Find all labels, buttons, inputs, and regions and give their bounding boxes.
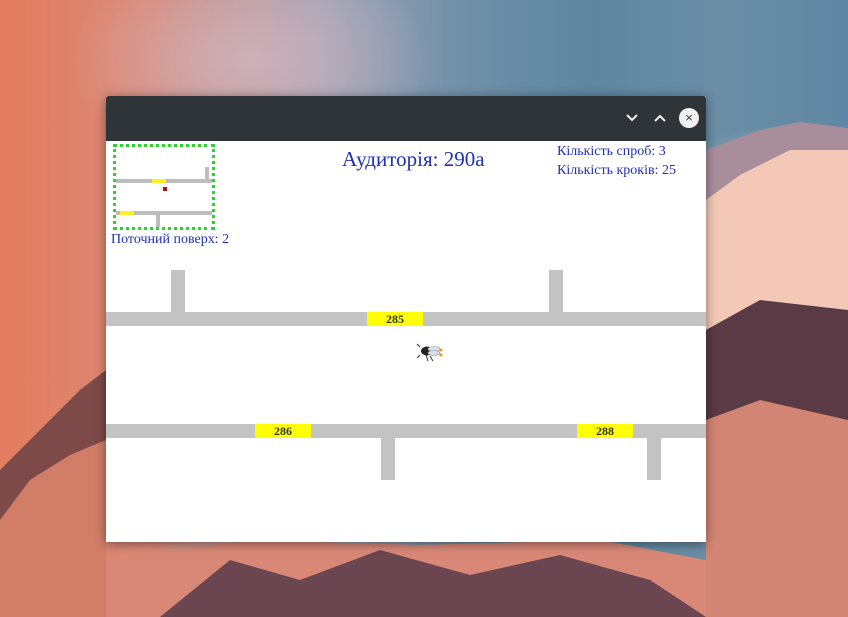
attempts-counter: Кількість спроб: 3	[557, 144, 666, 159]
wall-segment	[381, 436, 395, 480]
wall-segment	[549, 270, 563, 314]
close-icon: ×	[684, 111, 694, 124]
chevron-down-icon	[626, 114, 638, 122]
minimize-button[interactable]	[622, 108, 642, 128]
minimap	[113, 144, 215, 230]
game-window: × Поточний поверх: 2 Аудиторія: 290а Кіл…	[106, 96, 706, 542]
window-titlebar[interactable]: ×	[106, 96, 706, 141]
steps-counter: Кількість кроків: 25	[557, 163, 676, 178]
game-canvas: Поточний поверх: 2 Аудиторія: 290а Кільк…	[106, 141, 706, 542]
chevron-up-icon	[654, 114, 666, 122]
minimap-wall	[205, 167, 209, 181]
maximize-button[interactable]	[650, 108, 670, 128]
target-room-title: Аудиторія: 290а	[342, 147, 485, 171]
door-286[interactable]: 286	[255, 424, 311, 438]
minimap-wall	[156, 213, 160, 227]
player-bug-icon[interactable]	[416, 341, 444, 363]
minimap-door	[120, 211, 134, 215]
current-floor-label: Поточний поверх: 2	[111, 232, 230, 247]
door-285[interactable]: 285	[367, 312, 423, 326]
wall-segment	[171, 270, 185, 314]
minimap-door	[152, 179, 166, 183]
wall-segment	[647, 436, 661, 480]
minimap-player-marker	[163, 187, 167, 191]
door-288[interactable]: 288	[577, 424, 633, 438]
close-button[interactable]: ×	[679, 108, 699, 128]
